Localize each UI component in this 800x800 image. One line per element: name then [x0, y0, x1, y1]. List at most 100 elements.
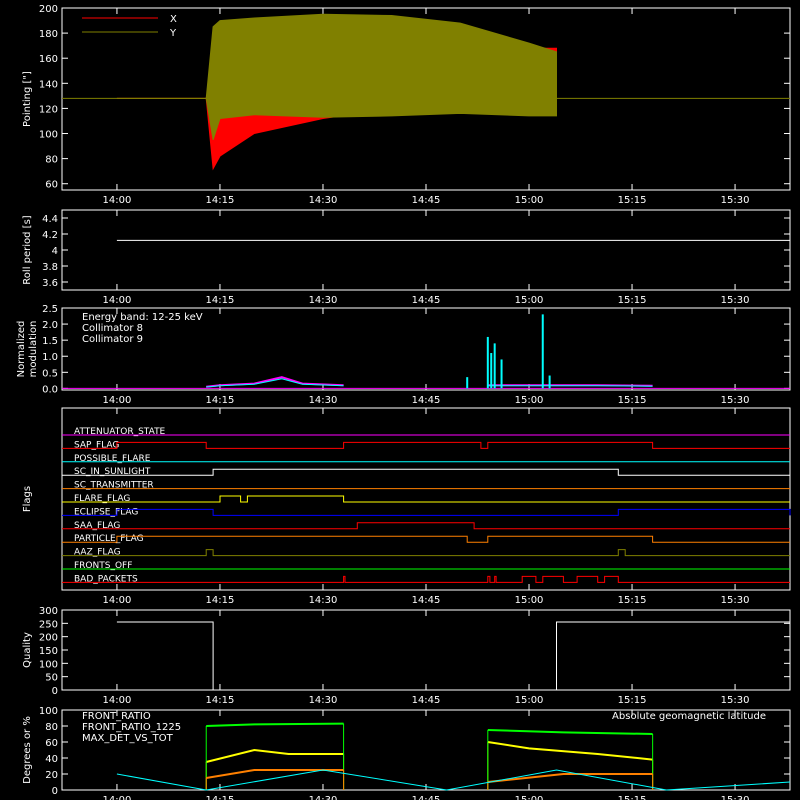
roll-ytick-label: 4.4: [42, 214, 58, 225]
modulation-xtick-label: 15:00: [515, 395, 544, 406]
flags-xtick-label: 14:45: [412, 595, 441, 606]
pointing-xtick-label: 14:45: [412, 195, 441, 206]
flag-line: [62, 441, 790, 449]
modulation-xtick-label: 14:15: [206, 395, 235, 406]
quality-line: [116, 621, 790, 691]
flag-line: [62, 508, 791, 516]
modulation-xtick-label: 14:30: [309, 395, 338, 406]
modulation-ylabel-line2: modulation: [28, 321, 39, 378]
flag-line: [62, 495, 790, 503]
pointing-legend-label: X: [170, 14, 177, 25]
quality-xtick-label: 14:00: [103, 695, 132, 706]
modulation-xtick-label: 14:45: [412, 395, 441, 406]
modulation-ytick-label: 1.0: [42, 352, 58, 363]
roll-ytick-label: 3.8: [42, 262, 58, 273]
ratios-legend-label: FRONT_RATIO: [82, 711, 151, 722]
pointing-legend-label: Y: [169, 28, 177, 39]
pointing-xtick-label: 14:00: [103, 195, 132, 206]
ratios-ytick-label: 60: [45, 738, 58, 749]
roll-ylabel: Roll period [s]: [22, 215, 33, 284]
ratios-ytick-label: 100: [39, 706, 58, 717]
flags-xtick-label: 14:30: [309, 595, 338, 606]
modulation-ylabel: Normalizedmodulation: [16, 321, 39, 378]
modulation-legend-label: Collimator 9: [82, 334, 143, 345]
ratios-xtick-label: 14:00: [103, 795, 132, 800]
modulation-collimator8-line: [487, 385, 653, 387]
quicklook-chart-stack: 14:00 14:15 14:30 14:45 15:00 15:15 15:30 Point…: [16, 4, 791, 800]
flags-ylabel: Flags: [22, 486, 33, 512]
quality-ytick-label: 150: [39, 646, 58, 657]
ratios-ytick-label: 40: [45, 754, 58, 765]
modulation-legend-label: Collimator 8: [82, 323, 143, 334]
modulation-ytick-label: 2.0: [42, 320, 58, 331]
quality-ytick-label: 300: [39, 606, 58, 617]
roll-xtick-label: 15:30: [721, 295, 750, 306]
ratios-legend-label: FRONT_RATIO_1225: [82, 722, 181, 733]
pointing-ytick-label: 100: [39, 130, 58, 141]
pointing-xtick-label: 15:15: [618, 195, 647, 206]
pointing-xtick-label: 14:30: [309, 195, 338, 206]
ratio-line-absolute-geomagnetic-latitude: [116, 769, 791, 791]
quality-ylabel: Quality: [22, 632, 33, 668]
ratio-line-max-det-vs-tot: [206, 769, 344, 779]
modulation-ylabel-line1: Normalized: [16, 321, 27, 378]
flag-line: [62, 468, 790, 476]
ratios-xtick-label: 15:00: [515, 795, 544, 800]
ratio-line-front-ratio-1225: [206, 722, 344, 727]
ratios-xtick-label: 15:30: [721, 795, 750, 800]
ratios-ytick-label: 80: [45, 722, 58, 733]
quality-ytick-label: 100: [39, 659, 58, 670]
roll-xtick-label: 15:15: [618, 295, 647, 306]
roll-xtick-label: 14:15: [206, 295, 235, 306]
quality-xtick-label: 14:30: [309, 695, 338, 706]
quality-xtick-label: 15:00: [515, 695, 544, 706]
flags-xtick-label: 14:15: [206, 595, 235, 606]
ratios-xtick-label: 14:15: [206, 795, 235, 800]
pointing-ytick-label: 80: [45, 155, 58, 166]
modulation-ytick-label: 0.0: [42, 384, 58, 395]
pointing-ylabel: Pointing ["]: [22, 71, 33, 127]
flag-line: [62, 522, 790, 530]
pointing-ytick-label: 160: [39, 54, 58, 65]
roll-ytick-label: 4: [52, 246, 58, 257]
roll-xtick-label: 15:00: [515, 295, 544, 306]
modulation-ytick-label: 1.5: [42, 336, 58, 347]
pointing-xtick-label: 14:15: [206, 195, 235, 206]
roll-xtick-label: 14:45: [412, 295, 441, 306]
flags-xtick-label: 15:30: [721, 595, 750, 606]
modulation-ytick-label: 2.5: [42, 304, 58, 315]
modulation-legend-label: Energy band: 12-25 keV: [82, 312, 203, 323]
ratios-xtick-label: 14:30: [309, 795, 338, 800]
ratios-xtick-label: 15:15: [618, 795, 647, 800]
quality-ytick-label: 0: [52, 686, 58, 697]
quality-ytick-label: 250: [39, 619, 58, 630]
roll-ytick-label: 3.6: [42, 278, 58, 289]
modulation-ytick-label: 0.5: [42, 368, 58, 379]
flags-xtick-label: 15:15: [618, 595, 647, 606]
pointing-ytick-label: 200: [39, 4, 58, 15]
quality-xtick-label: 15:30: [721, 695, 750, 706]
ratios-annotation: Absolute geomagnetic latitude: [612, 711, 766, 722]
flags-xtick-label: 15:00: [515, 595, 544, 606]
pointing-ytick-label: 60: [45, 180, 58, 191]
pointing-xtick-label: 15:00: [515, 195, 544, 206]
ratios-legend-label: MAX_DET_VS_TOT: [82, 733, 174, 744]
quality-xtick-label: 14:45: [412, 695, 441, 706]
roll-ytick-label: 4.2: [42, 230, 58, 241]
quality-ytick-label: 50: [45, 673, 58, 684]
quality-xtick-label: 15:15: [618, 695, 647, 706]
flag-line: [62, 535, 790, 543]
ratio-line-front-ratio: [205, 748, 344, 763]
flag-line: [62, 549, 790, 557]
pointing-xtick-label: 15:30: [721, 195, 750, 206]
ratio-line-front-ratio-1225: [487, 729, 653, 735]
flags-xtick-label: 14:00: [103, 595, 132, 606]
modulation-xtick-label: 15:15: [618, 395, 647, 406]
ratios-xtick-label: 14:45: [412, 795, 441, 800]
modulation-xtick-label: 14:00: [103, 395, 132, 406]
roll-xtick-label: 14:00: [103, 295, 132, 306]
pointing-ytick-label: 180: [39, 29, 58, 40]
flag-line: [62, 575, 790, 583]
roll-frame: [61, 209, 791, 291]
ratio-line-front-ratio: [487, 741, 653, 761]
